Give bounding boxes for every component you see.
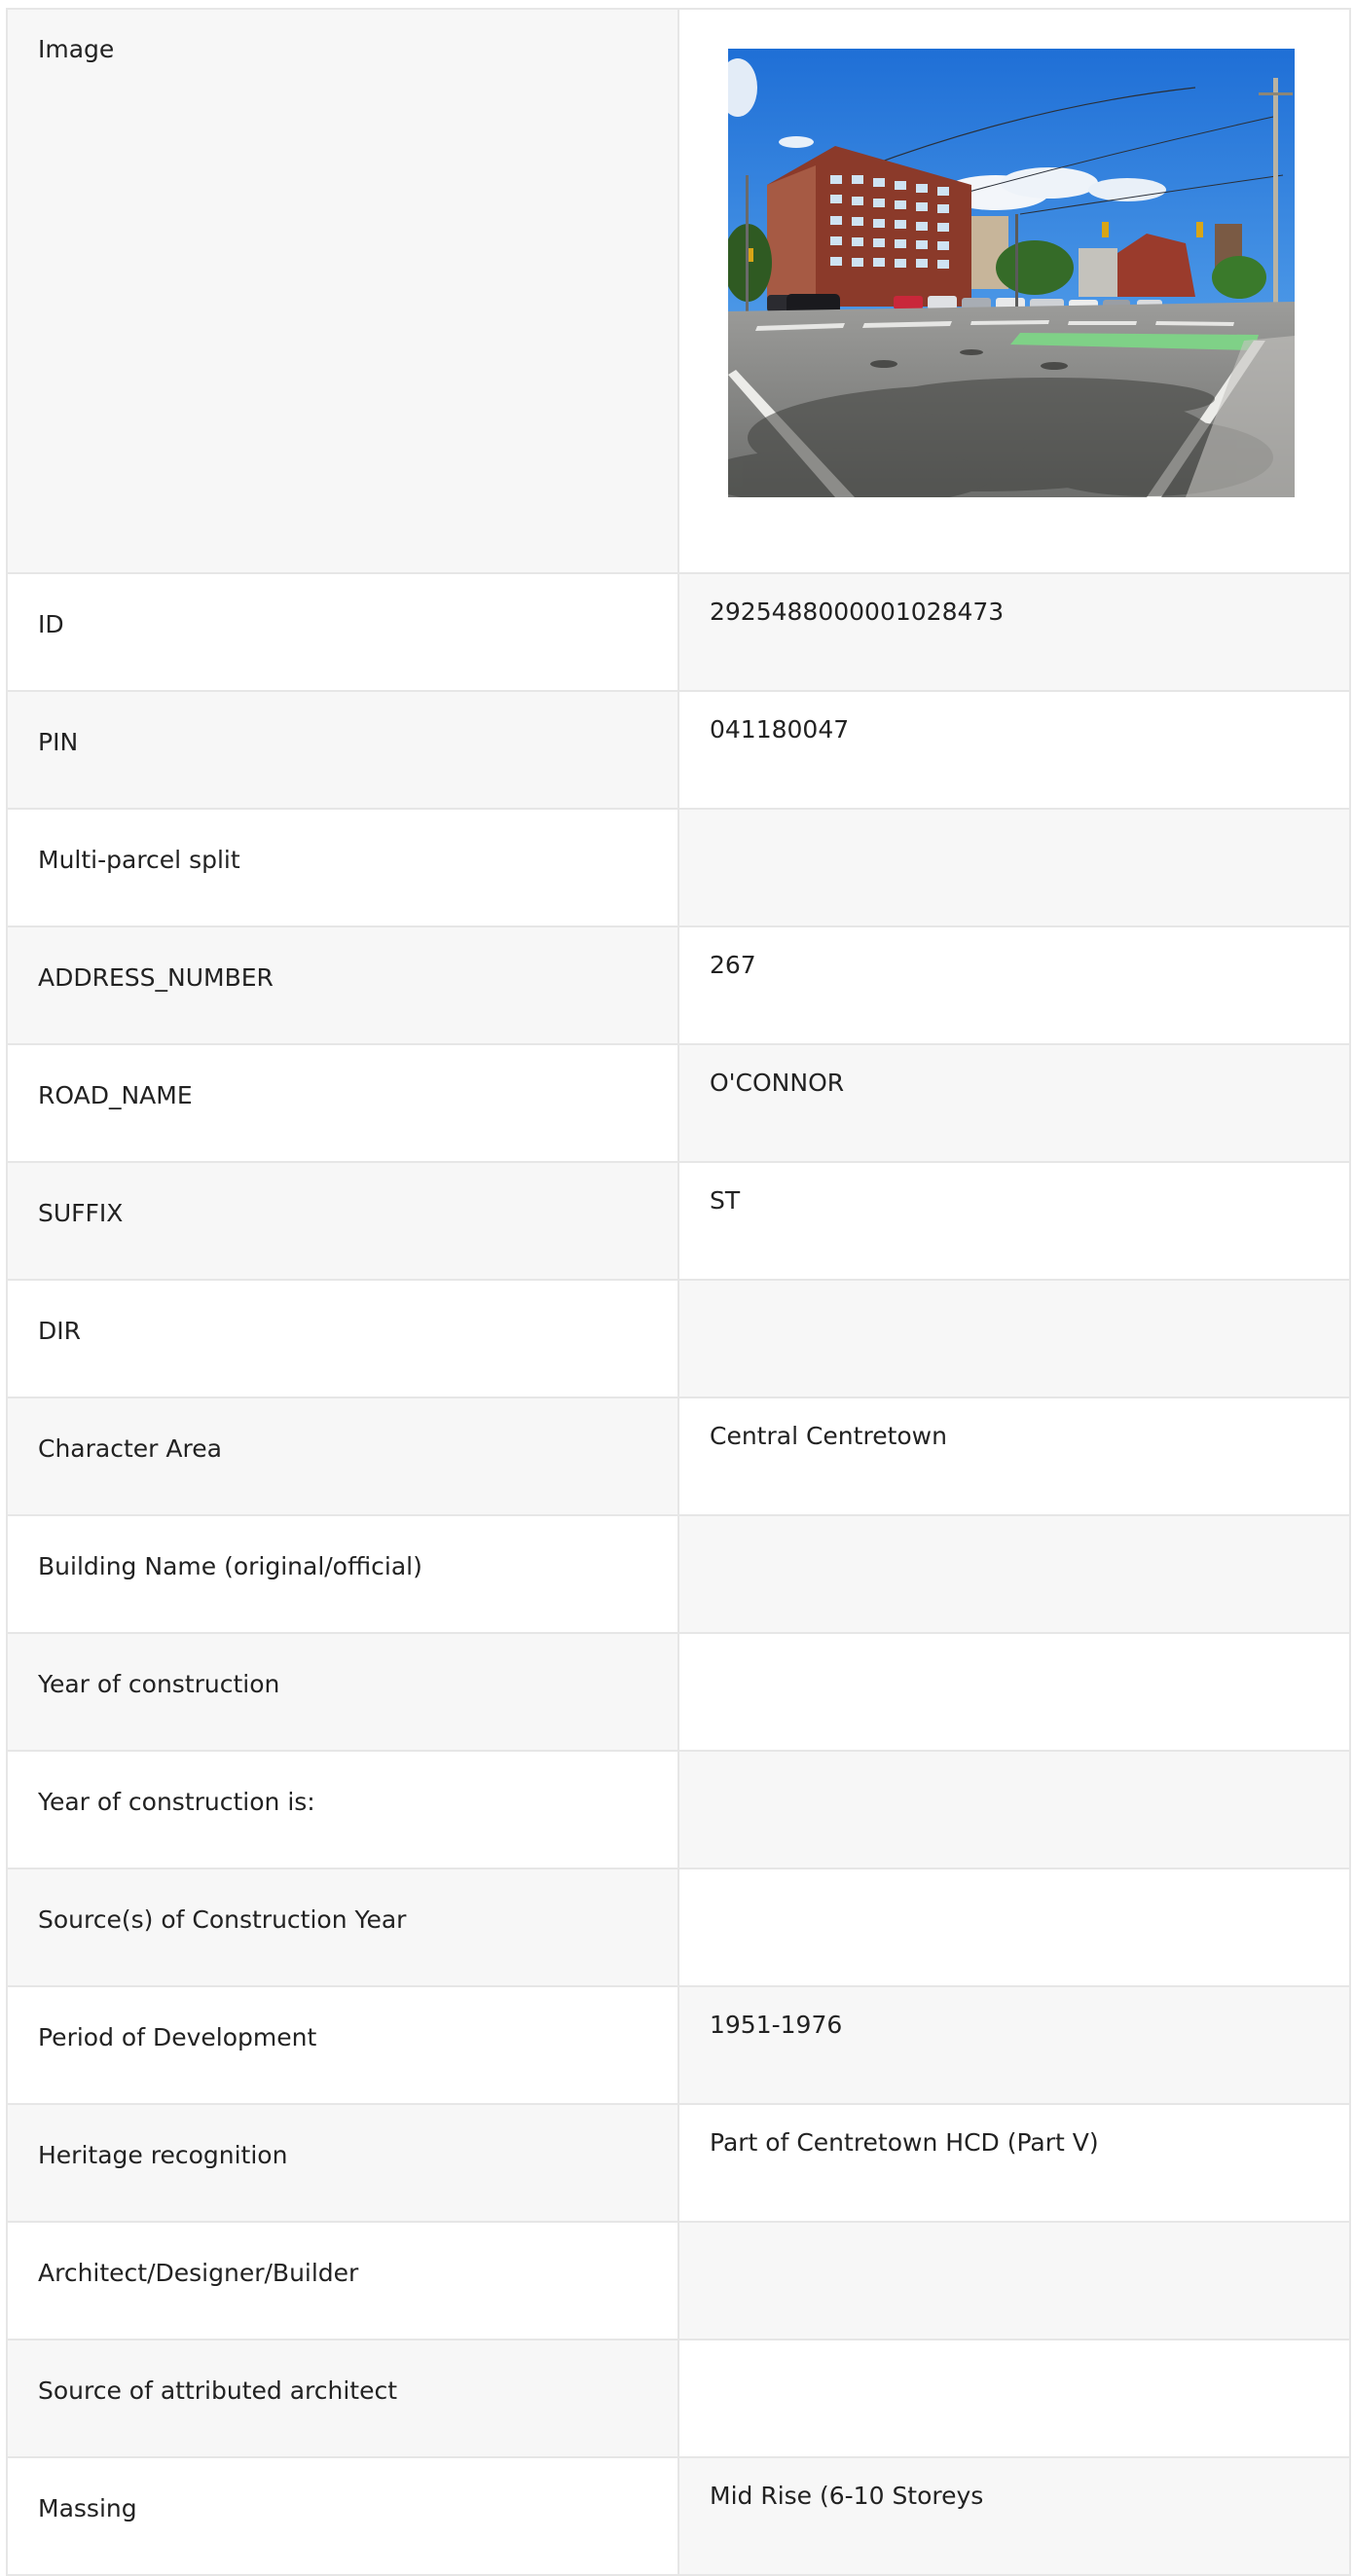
table-row: PIN 041180047: [6, 690, 1351, 810]
attribute-table: Image ID 2925488000001028473 PIN 0411800…: [6, 8, 1351, 2576]
row-label: ROAD_NAME: [6, 1043, 679, 1163]
table-row: Heritage recognition Part of Centretown H…: [6, 2103, 1351, 2223]
row-value: [677, 2221, 1351, 2340]
row-label: Image: [6, 8, 679, 574]
row-label: SUFFIX: [6, 1161, 679, 1281]
table-row: Source of attributed architect: [6, 2339, 1351, 2458]
row-label: Multi-parcel split: [6, 808, 679, 927]
row-value: 041180047: [677, 690, 1351, 810]
row-value: ST: [677, 1161, 1351, 1281]
row-label: ID: [6, 572, 679, 692]
table-row: Source(s) of Construction Year: [6, 1868, 1351, 1987]
table-row: Building Name (original/official): [6, 1514, 1351, 1634]
row-label: Period of Development: [6, 1985, 679, 2105]
table-row: Year of construction: [6, 1632, 1351, 1752]
row-label: Architect/Designer/Builder: [6, 2221, 679, 2340]
row-value: Central Centretown: [677, 1397, 1351, 1516]
row-label: Source of attributed architect: [6, 2339, 679, 2458]
row-label: Massing: [6, 2456, 679, 2576]
table-row: Character Area Central Centretown: [6, 1397, 1351, 1516]
street-photo-drawing: [728, 49, 1295, 497]
table-row: ID 2925488000001028473: [6, 572, 1351, 692]
row-value: [677, 808, 1351, 927]
table-row: ROAD_NAME O'CONNOR: [6, 1043, 1351, 1163]
row-value-image: [677, 8, 1351, 574]
attribute-table-body: Image ID 2925488000001028473 PIN 0411800…: [6, 8, 1351, 2576]
row-value: O'CONNOR: [677, 1043, 1351, 1163]
table-row: Period of Development 1951-1976: [6, 1985, 1351, 2105]
row-value: [677, 1868, 1351, 1987]
row-label: Building Name (original/official): [6, 1514, 679, 1634]
row-value: Mid Rise (6-10 Storeys: [677, 2456, 1351, 2576]
row-value: [677, 1514, 1351, 1634]
table-row: Multi-parcel split: [6, 808, 1351, 927]
street-photo: [728, 49, 1295, 497]
row-label: Heritage recognition: [6, 2103, 679, 2223]
table-row-image: Image: [6, 8, 1351, 574]
row-label: Character Area: [6, 1397, 679, 1516]
table-row: Year of construction is:: [6, 1750, 1351, 1869]
row-value: 1951-1976: [677, 1985, 1351, 2105]
row-label: Year of construction is:: [6, 1750, 679, 1869]
row-value: [677, 1279, 1351, 1398]
row-value: 267: [677, 925, 1351, 1045]
table-row: Architect/Designer/Builder: [6, 2221, 1351, 2340]
table-row: SUFFIX ST: [6, 1161, 1351, 1281]
row-label: Source(s) of Construction Year: [6, 1868, 679, 1987]
table-row: ADDRESS_NUMBER 267: [6, 925, 1351, 1045]
row-value: [677, 1750, 1351, 1869]
row-value: Part of Centretown HCD (Part V): [677, 2103, 1351, 2223]
row-value: 2925488000001028473: [677, 572, 1351, 692]
row-label: DIR: [6, 1279, 679, 1398]
row-value: [677, 2339, 1351, 2458]
row-value: [677, 1632, 1351, 1752]
row-label: Year of construction: [6, 1632, 679, 1752]
table-row: DIR: [6, 1279, 1351, 1398]
row-label: PIN: [6, 690, 679, 810]
row-label: ADDRESS_NUMBER: [6, 925, 679, 1045]
table-row: Massing Mid Rise (6-10 Storeys: [6, 2456, 1351, 2576]
